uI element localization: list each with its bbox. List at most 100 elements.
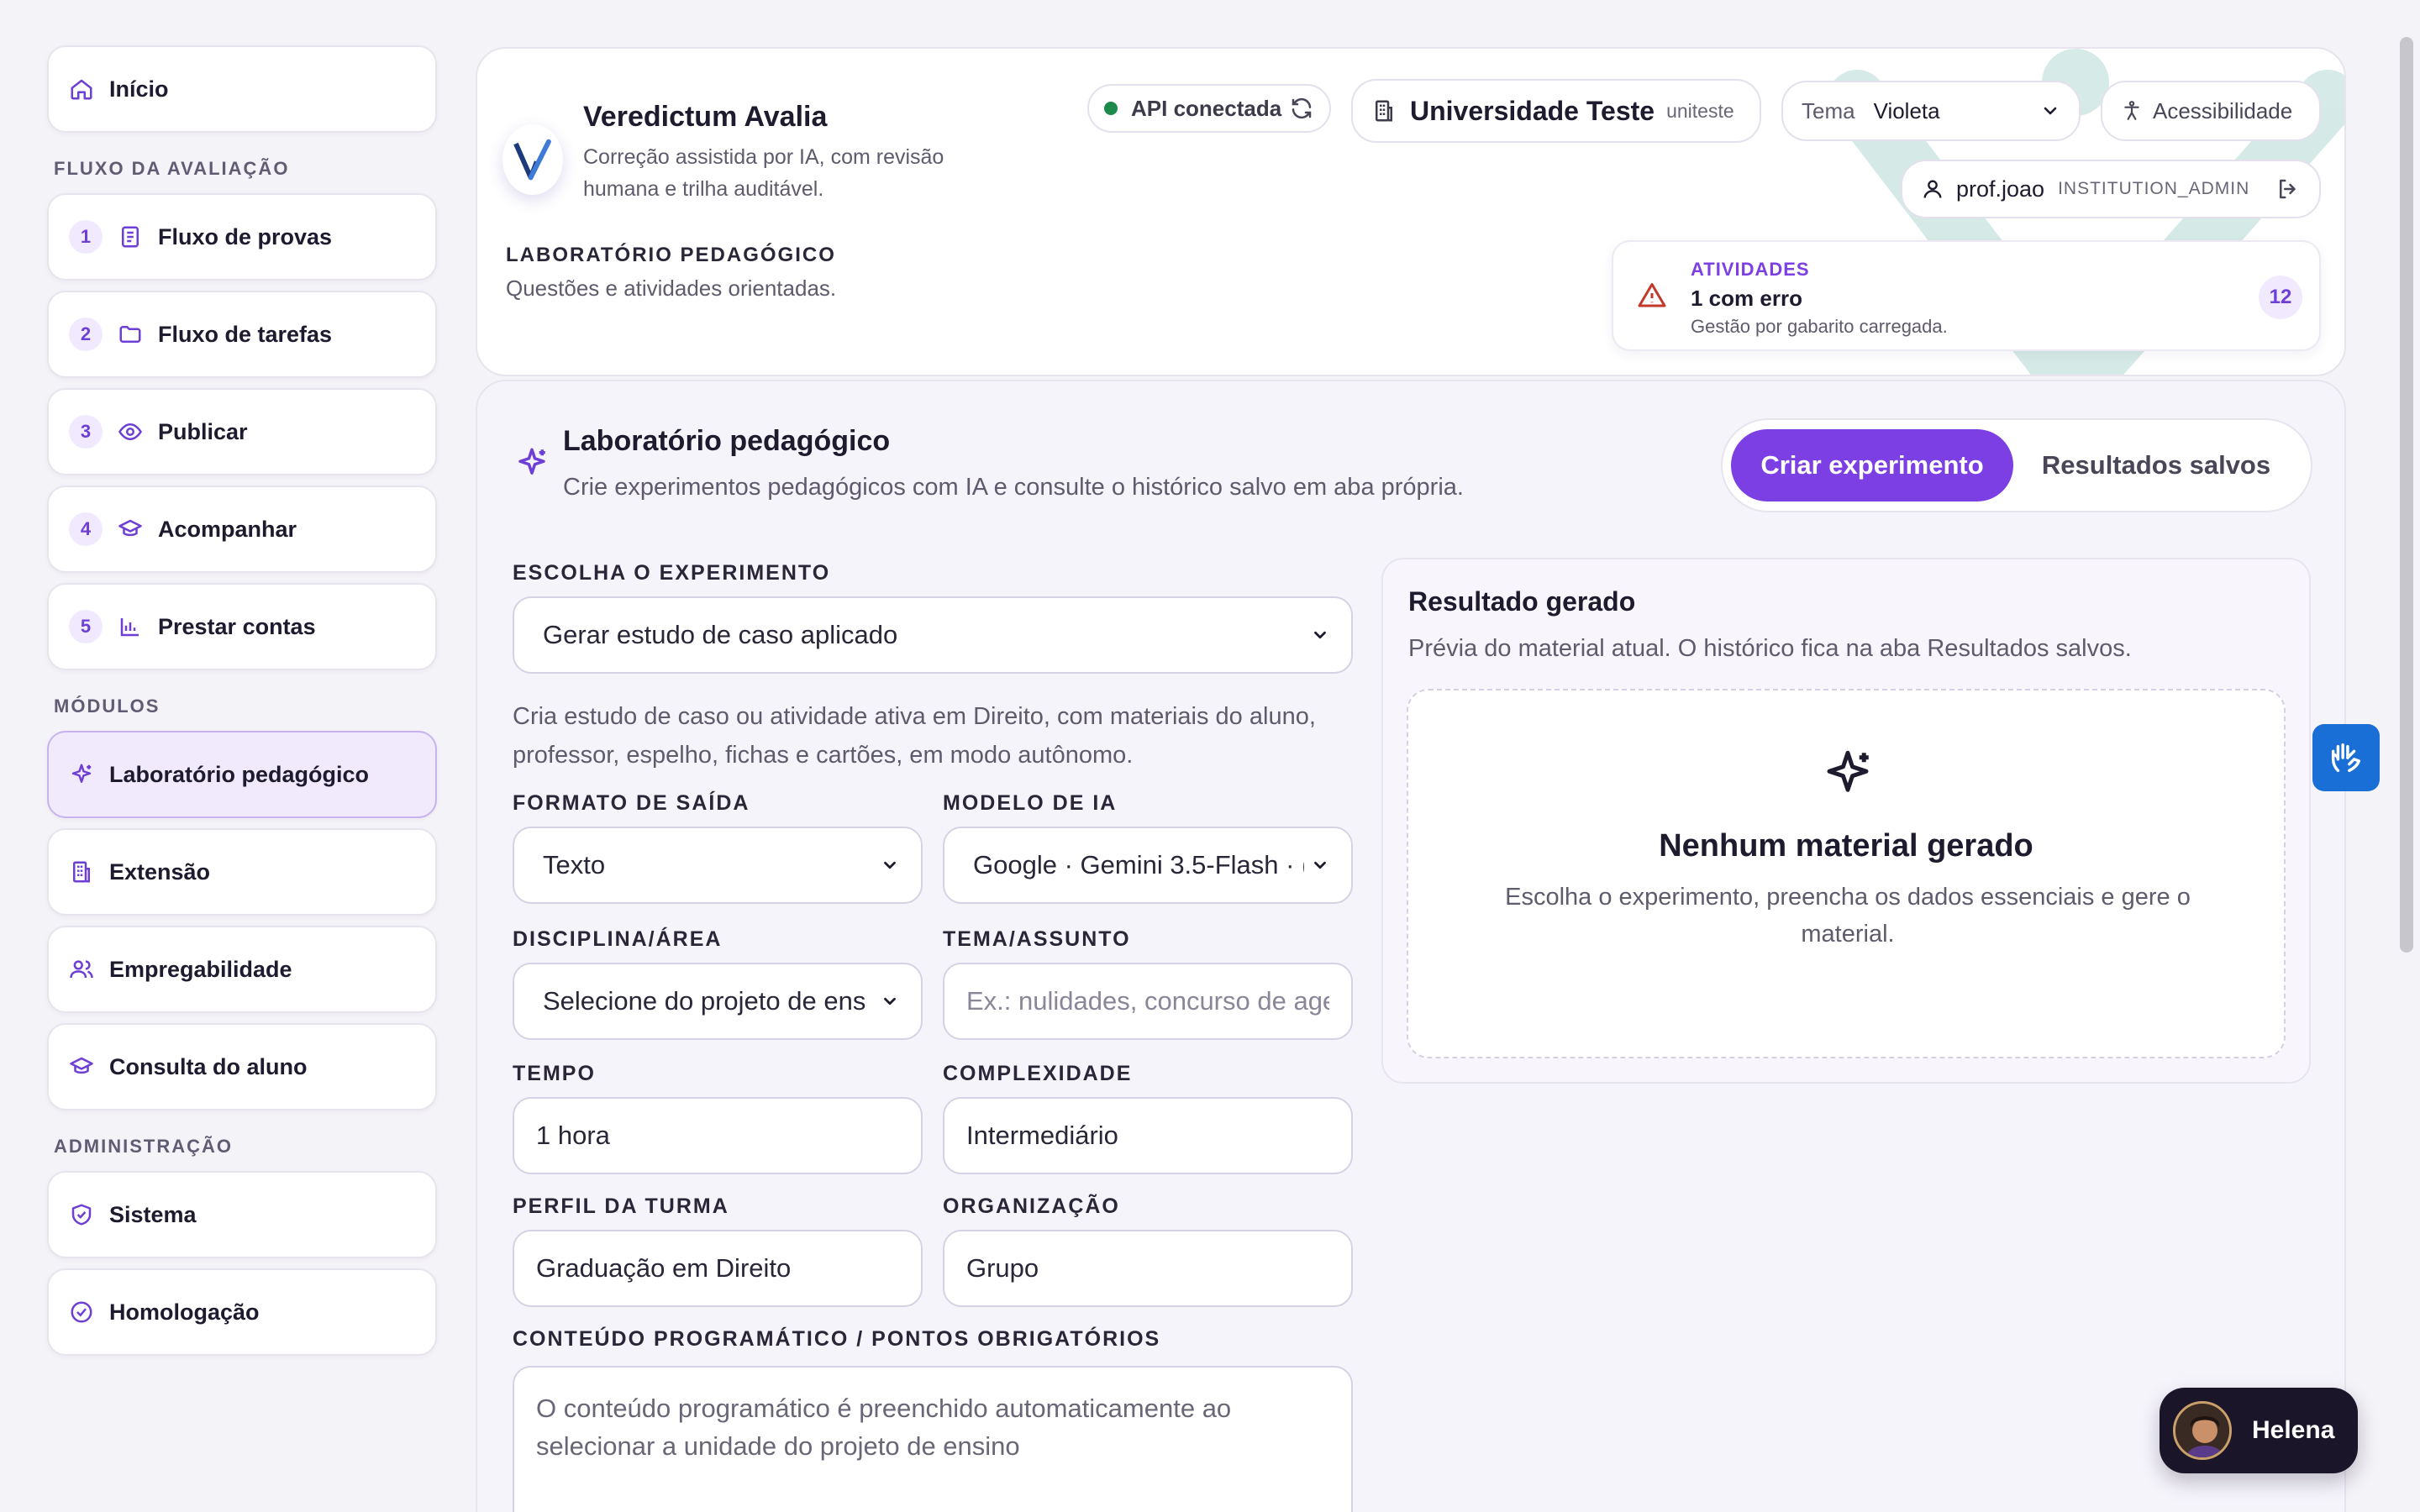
format-value: Texto bbox=[543, 850, 606, 879]
app-title: Veredictum Avalia bbox=[583, 101, 828, 133]
sidebar-item-extension[interactable]: Extensão bbox=[47, 828, 437, 916]
sidebar-item-home[interactable]: Início bbox=[47, 45, 437, 133]
scrollbar-thumb[interactable] bbox=[2400, 37, 2413, 953]
shield-check-icon bbox=[69, 1202, 94, 1227]
experiment-label: ESCOLHA O EXPERIMENTO bbox=[513, 561, 831, 585]
folder-icon bbox=[118, 322, 143, 347]
sidebar-item-approval[interactable]: Homologação bbox=[47, 1268, 437, 1356]
activities-count-badge: 12 bbox=[2259, 276, 2302, 319]
sidebar-item-label: Sistema bbox=[109, 1201, 197, 1227]
class-profile-input[interactable]: Graduação em Direito bbox=[513, 1230, 923, 1307]
sidebar-item-pedagogical-lab[interactable]: Laboratório pedagógico bbox=[47, 731, 437, 818]
step-number: 5 bbox=[69, 610, 103, 643]
step-number: 1 bbox=[69, 220, 103, 254]
modules-section-title: MÓDULOS bbox=[54, 696, 160, 717]
sparkle-icon bbox=[1827, 750, 1869, 792]
complexity-label: COMPLEXIDADE bbox=[943, 1062, 1133, 1085]
sidebar-item-label: Laboratório pedagógico bbox=[109, 761, 370, 787]
assistant-chat-button[interactable]: Helena bbox=[2160, 1388, 2358, 1473]
admin-section-title: ADMINISTRAÇÃO bbox=[54, 1136, 233, 1157]
activities-detail: Gestão por gabarito carregada. bbox=[1691, 316, 1948, 337]
result-title: Resultado gerado bbox=[1408, 586, 1636, 617]
logout-icon[interactable] bbox=[2275, 176, 2301, 202]
sidebar-item-publish[interactable]: 3 Publicar bbox=[47, 388, 437, 475]
users-icon bbox=[69, 957, 94, 982]
complexity-value: Intermediário bbox=[966, 1121, 1118, 1150]
sidebar-item-label: Fluxo de provas bbox=[158, 223, 333, 249]
format-label: FORMATO DE SAÍDA bbox=[513, 791, 750, 815]
institution-name: Universidade Teste bbox=[1410, 95, 1655, 126]
app-header: Veredictum Avalia Correção assistida por… bbox=[476, 47, 2346, 376]
organization-value: Grupo bbox=[966, 1253, 1039, 1283]
chevron-down-icon bbox=[884, 861, 896, 869]
tab-saved-results[interactable]: Resultados salvos bbox=[2013, 429, 2299, 501]
model-label: MODELO DE IA bbox=[943, 791, 1118, 815]
sidebar-item-exam-flow[interactable]: 1 Fluxo de provas bbox=[47, 193, 437, 281]
accessibility-button[interactable]: Acessibilidade bbox=[2101, 81, 2321, 141]
tab-bar: Criar experimento Resultados salvos bbox=[1721, 418, 2312, 512]
warning-icon bbox=[1638, 283, 1666, 307]
page-scrollbar[interactable] bbox=[2398, 25, 2415, 1487]
experiment-select[interactable]: Gerar estudo de caso aplicado bbox=[513, 596, 1353, 674]
sidebar-item-system[interactable]: Sistema bbox=[47, 1171, 437, 1258]
sidebar-item-label: Prestar contas bbox=[158, 613, 316, 639]
sidebar-item-task-flow[interactable]: 2 Fluxo de tarefas bbox=[47, 291, 437, 378]
topic-label: TEMA/ASSUNTO bbox=[943, 927, 1131, 951]
complexity-input[interactable]: Intermediário bbox=[943, 1097, 1353, 1174]
assistant-avatar bbox=[2173, 1401, 2232, 1460]
activities-status: 1 com erro bbox=[1691, 286, 1802, 311]
graduation-cap-icon bbox=[69, 1054, 94, 1079]
eye-icon bbox=[118, 419, 143, 444]
check-circle-icon bbox=[69, 1299, 94, 1325]
chevron-down-icon bbox=[1314, 631, 1326, 639]
sidebar-item-label: Acompanhar bbox=[158, 516, 297, 542]
step-number: 2 bbox=[69, 318, 103, 351]
refresh-icon[interactable] bbox=[1289, 96, 1314, 121]
sidebar-item-employability[interactable]: Empregabilidade bbox=[47, 926, 437, 1013]
time-value: 1 hora bbox=[536, 1121, 610, 1150]
organization-input[interactable]: Grupo bbox=[943, 1230, 1353, 1307]
model-select[interactable]: Google · Gemini 3.5-Flash · ( bbox=[943, 827, 1353, 904]
sidebar-item-label: Empregabilidade bbox=[109, 956, 292, 982]
building-icon bbox=[69, 859, 94, 885]
organization-label: ORGANIZAÇÃO bbox=[943, 1194, 1120, 1218]
institution-selector[interactable]: Universidade Teste uniteste bbox=[1351, 79, 1761, 143]
chevron-down-icon bbox=[2040, 101, 2060, 121]
page-description: Questões e atividades orientadas. bbox=[506, 276, 837, 301]
tab-create-experiment[interactable]: Criar experimento bbox=[1731, 429, 2013, 501]
theme-value: Violeta bbox=[1873, 97, 1940, 123]
sidebar-item-student-lookup[interactable]: Consulta do aluno bbox=[47, 1023, 437, 1110]
home-icon bbox=[69, 76, 94, 102]
discipline-select[interactable]: Selecione do projeto de ens bbox=[513, 963, 923, 1040]
content-textarea[interactable]: O conteúdo programático é preenchido aut… bbox=[513, 1366, 1353, 1512]
pedagogical-lab-panel: Laboratório pedagógico Crie experimentos… bbox=[476, 380, 2346, 1512]
user-name: prof.joao bbox=[1956, 176, 2045, 202]
panel-subtitle: Crie experimentos pedagógicos com IA e c… bbox=[563, 474, 1464, 501]
result-subtitle: Prévia do material atual. O histórico fi… bbox=[1408, 635, 2132, 662]
format-select[interactable]: Texto bbox=[513, 827, 923, 904]
assistant-name: Helena bbox=[2252, 1416, 2335, 1444]
activities-eyebrow: ATIVIDADES bbox=[1691, 259, 1810, 280]
topic-input[interactable]: Ex.: nulidades, concurso de age bbox=[943, 963, 1353, 1040]
accessibility-label: Acessibilidade bbox=[2153, 97, 2293, 123]
sidebar-item-label: Início bbox=[109, 76, 169, 102]
app-logo bbox=[502, 124, 563, 195]
sidebar-item-track[interactable]: 4 Acompanhar bbox=[47, 486, 437, 573]
sparkle-icon bbox=[518, 448, 545, 475]
time-input[interactable]: 1 hora bbox=[513, 1097, 923, 1174]
sidebar-item-accountability[interactable]: 5 Prestar contas bbox=[47, 583, 437, 670]
sidebar-item-label: Publicar bbox=[158, 418, 248, 444]
activities-status-card[interactable]: ATIVIDADES 1 com erro Gestão por gabarit… bbox=[1612, 240, 2321, 351]
bar-chart-icon bbox=[118, 614, 143, 639]
theme-select[interactable]: Tema Violeta bbox=[1781, 81, 2081, 141]
panel-title: Laboratório pedagógico bbox=[563, 425, 891, 457]
building-icon bbox=[1371, 98, 1397, 123]
class-profile-value: Graduação em Direito bbox=[536, 1253, 792, 1283]
sign-language-widget-button[interactable] bbox=[2312, 724, 2380, 791]
institution-code: uniteste bbox=[1666, 99, 1734, 122]
result-panel: Resultado gerado Prévia do material atua… bbox=[1381, 558, 2311, 1084]
page-eyebrow: LABORATÓRIO PEDAGÓGICO bbox=[506, 244, 836, 266]
sidebar-item-label: Extensão bbox=[109, 858, 211, 885]
model-value: Google · Gemini 3.5-Flash · ( bbox=[973, 850, 1304, 879]
user-menu[interactable]: prof.joao INSTITUTION_ADMIN bbox=[1901, 160, 2321, 218]
